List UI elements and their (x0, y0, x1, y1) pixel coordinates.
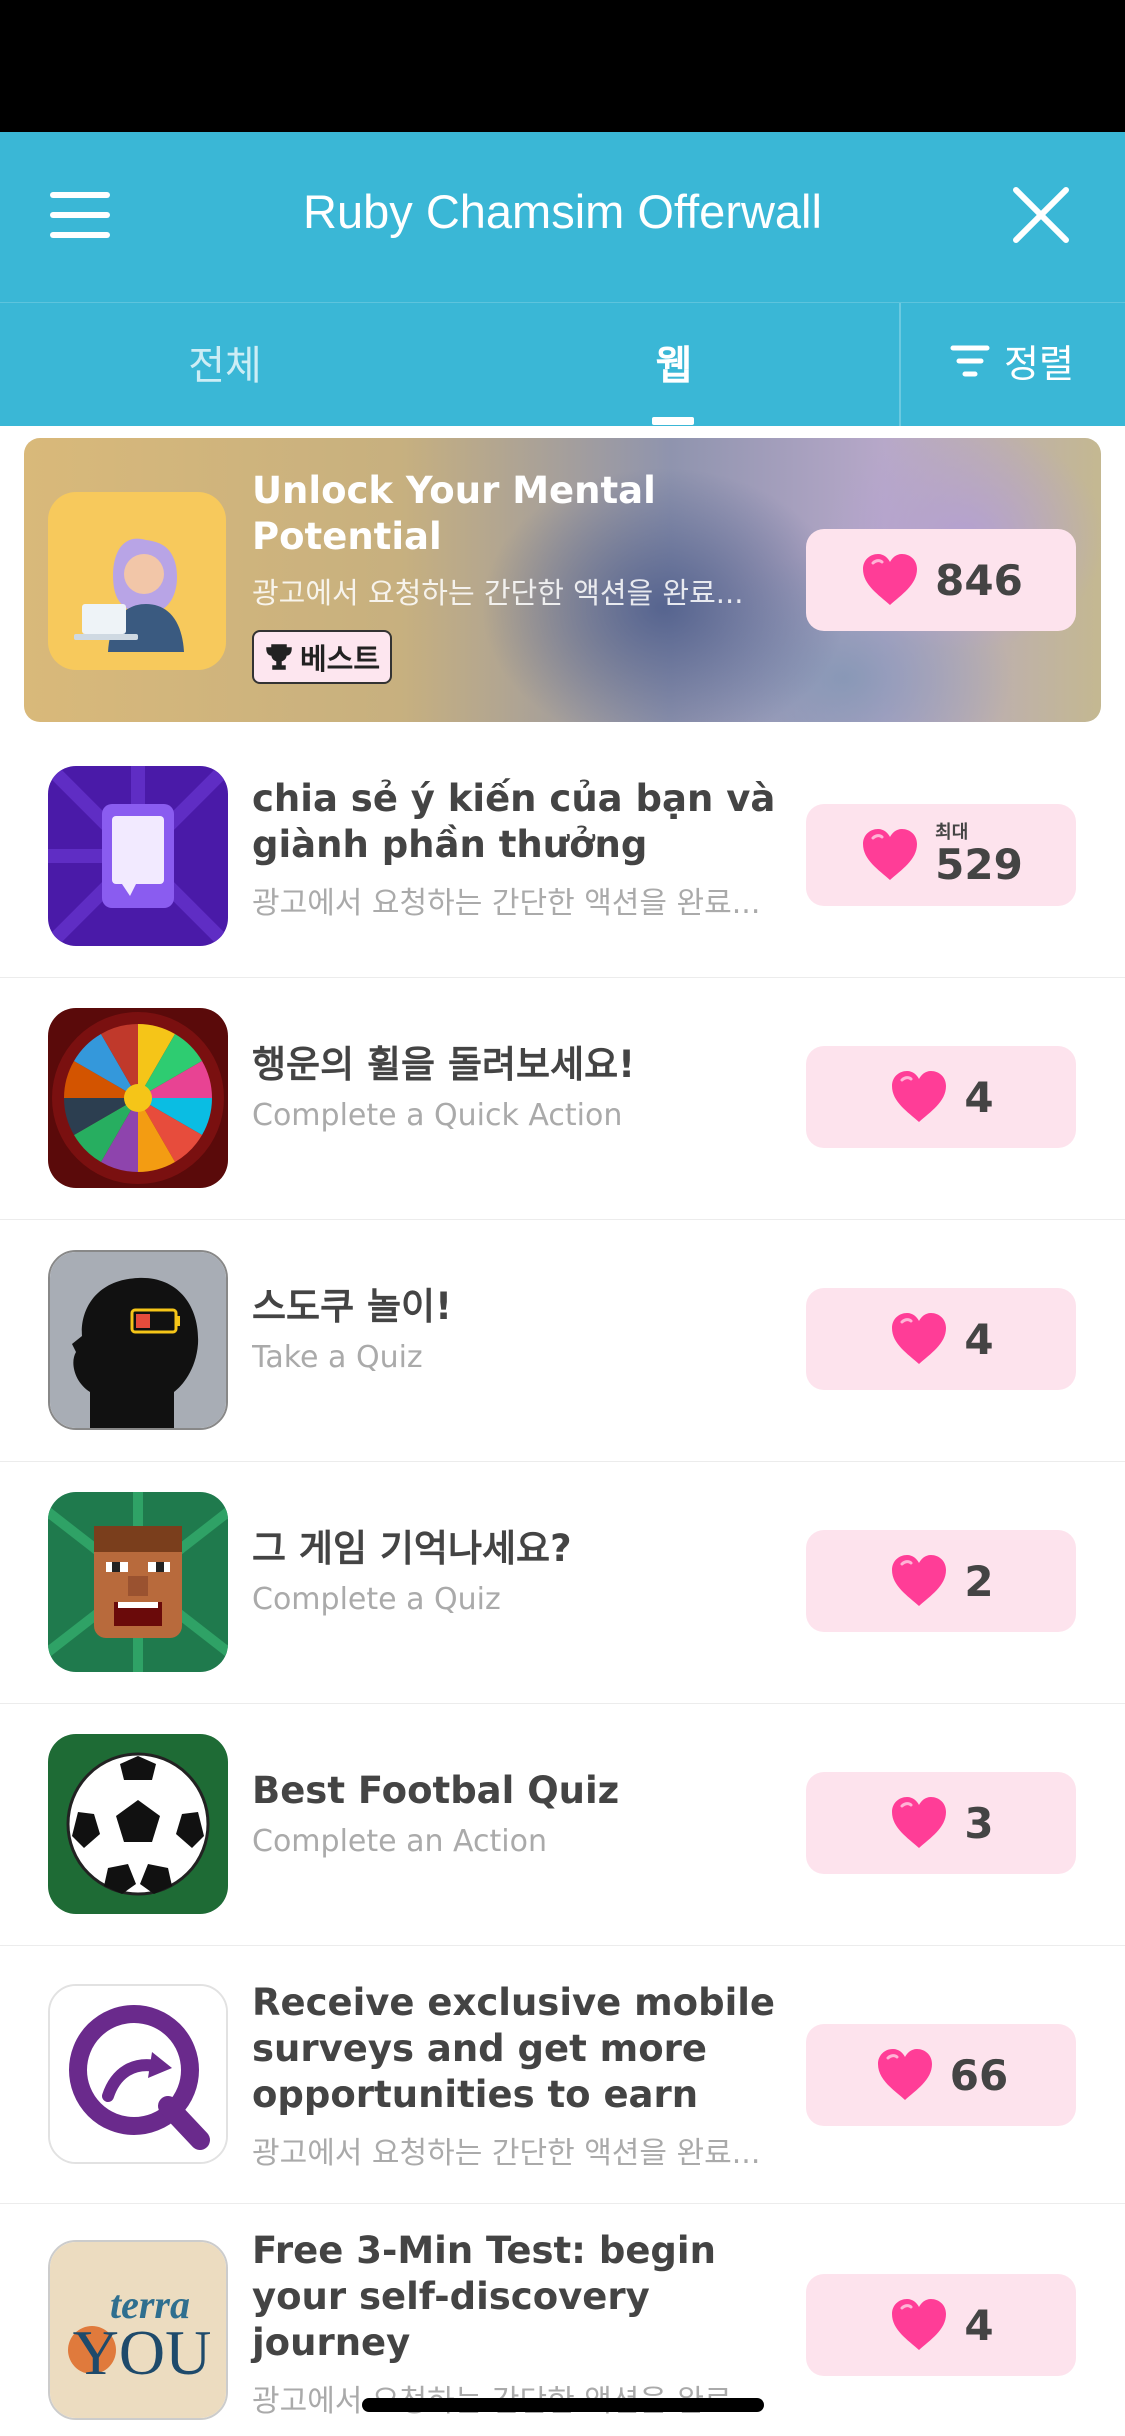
offer-title: 스도쿠 놀이! (252, 1285, 452, 1328)
reward-points: 529 (935, 840, 1023, 889)
trophy-icon (266, 644, 292, 670)
offer-row[interactable]: Receive exclusive mobile surveys and get… (0, 1946, 1125, 2204)
tab-bar: 전체 웹 정렬 (0, 302, 1125, 427)
reward-button[interactable]: 4 (806, 1046, 1076, 1148)
featured-offer-title: Unlock Your Mental Potential (252, 469, 656, 558)
head-silhouette-icon (48, 1250, 228, 1430)
terra-you-logo-icon: terra YOU (48, 2240, 228, 2420)
sort-label: 정렬 (1004, 342, 1074, 386)
offer-title: Best Footbal Quiz (252, 1769, 620, 1812)
reward-button[interactable]: 846 (806, 529, 1076, 631)
heart-icon (892, 1071, 947, 1122)
heart-icon (892, 1555, 947, 1606)
offer-row[interactable]: chia sẻ ý kiến của bạn và giành phần thư… (0, 736, 1125, 978)
heart-icon (892, 1797, 947, 1848)
reward-button[interactable]: 4 (806, 2274, 1076, 2376)
wheel-of-fortune-icon (48, 1008, 228, 1188)
mental-potential-icon (48, 492, 226, 670)
featured-offer-subtitle: 광고에서 요청하는 간단한 액션을 완료... (252, 576, 744, 610)
featured-offer[interactable]: Unlock Your Mental Potential 광고에서 요청하는 간… (24, 438, 1101, 722)
reward-button[interactable]: 3 (806, 1772, 1076, 1874)
you-logo-text: YOU (73, 2317, 212, 2388)
active-tab-indicator (652, 417, 694, 425)
offer-title: chia sẻ ý kiến của bạn và giành phần thư… (252, 777, 776, 866)
offer-subtitle: Complete a Quick Action (252, 1098, 623, 1133)
offer-row[interactable]: Best Footbal Quiz Complete an Action 3 (0, 1704, 1125, 1946)
offer-title: 행운의 휠을 돌려보세요! (252, 1043, 636, 1086)
reward-points: 2 (964, 1556, 994, 1606)
heart-icon (863, 829, 918, 880)
heart-icon (863, 554, 918, 605)
app-bar: Ruby Chamsim Offerwall (0, 132, 1125, 302)
reward-points: 3 (964, 1798, 994, 1848)
best-badge: 베스트 (252, 630, 393, 684)
app-title: Ruby Chamsim Offerwall (303, 185, 822, 238)
sort-button[interactable]: 정렬 (950, 333, 1074, 388)
offer-title: 그 게임 기억나세요? (252, 1527, 572, 1570)
reward-button[interactable]: 최대 529 (806, 804, 1076, 906)
heart-icon (892, 1313, 947, 1364)
survey-logo-icon (48, 1984, 228, 2164)
soccer-ball-icon (48, 1734, 228, 1914)
offer-row[interactable]: 행운의 휠을 돌려보세요! Complete a Quick Action 4 (0, 978, 1125, 1220)
retro-game-face-icon (48, 1492, 228, 1672)
offer-subtitle: Complete an Action (252, 1824, 548, 1859)
reward-points: 4 (964, 1314, 994, 1364)
sort-icon (950, 345, 990, 376)
offer-title: Free 3-Min Test: begin your self-discove… (252, 2229, 716, 2364)
heart-icon (877, 2049, 932, 2100)
tab-web[interactable]: 웹 (600, 333, 748, 391)
reward-button[interactable]: 66 (806, 2024, 1076, 2126)
offer-subtitle: 광고에서 요청하는 간단한 액션을 완료... (252, 886, 761, 921)
tab-divider (899, 303, 901, 427)
offer-row[interactable]: 그 게임 기억나세요? Complete a Quiz 2 (0, 1462, 1125, 1704)
reward-button[interactable]: 4 (806, 1288, 1076, 1390)
feedback-phone-icon (48, 766, 228, 946)
offer-row[interactable]: 스도쿠 놀이! Take a Quiz 4 (0, 1220, 1125, 1462)
status-bar (0, 0, 1125, 132)
reward-button[interactable]: 2 (806, 1530, 1076, 1632)
reward-points: 846 (935, 555, 1023, 605)
offer-subtitle: Take a Quiz (252, 1340, 423, 1375)
offer-title: Receive exclusive mobile surveys and get… (252, 1981, 776, 2116)
offer-subtitle: 광고에서 요청하는 간단한 액션을 완료... (252, 2136, 761, 2171)
home-indicator[interactable] (362, 2398, 764, 2412)
reward-points: 4 (964, 2300, 994, 2350)
heart-icon (892, 2299, 947, 2350)
reward-points: 66 (949, 2050, 1009, 2100)
close-icon[interactable] (1010, 184, 1072, 246)
best-badge-label: 베스트 (300, 642, 381, 676)
reward-points: 4 (964, 1072, 994, 1122)
tab-all[interactable]: 전체 (130, 333, 320, 391)
offer-subtitle: Complete a Quiz (252, 1582, 501, 1617)
